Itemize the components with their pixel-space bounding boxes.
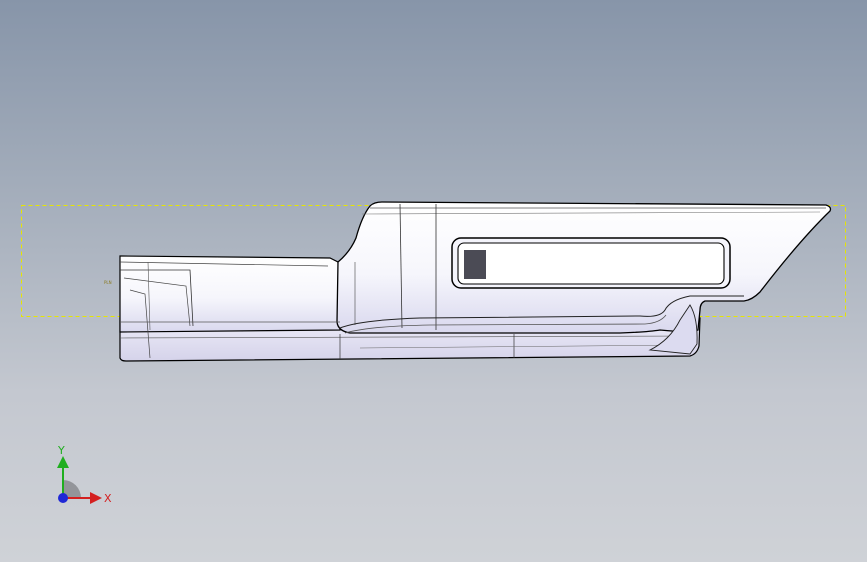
handle-recess-inner — [457, 242, 725, 285]
z-axis-dot — [58, 493, 68, 503]
door-panel-part[interactable]: PLN — [104, 201, 832, 362]
graphics-viewport[interactable]: PLN — [0, 0, 867, 562]
y-axis-label: Y — [57, 444, 65, 457]
reference-triad: Y X — [44, 436, 124, 516]
model-view[interactable]: PLN — [0, 0, 867, 562]
left-low-section — [119, 255, 341, 333]
handle-cavity — [464, 250, 486, 279]
sketch-origin-label: PLN — [104, 280, 112, 285]
x-axis-label: X — [104, 492, 112, 505]
